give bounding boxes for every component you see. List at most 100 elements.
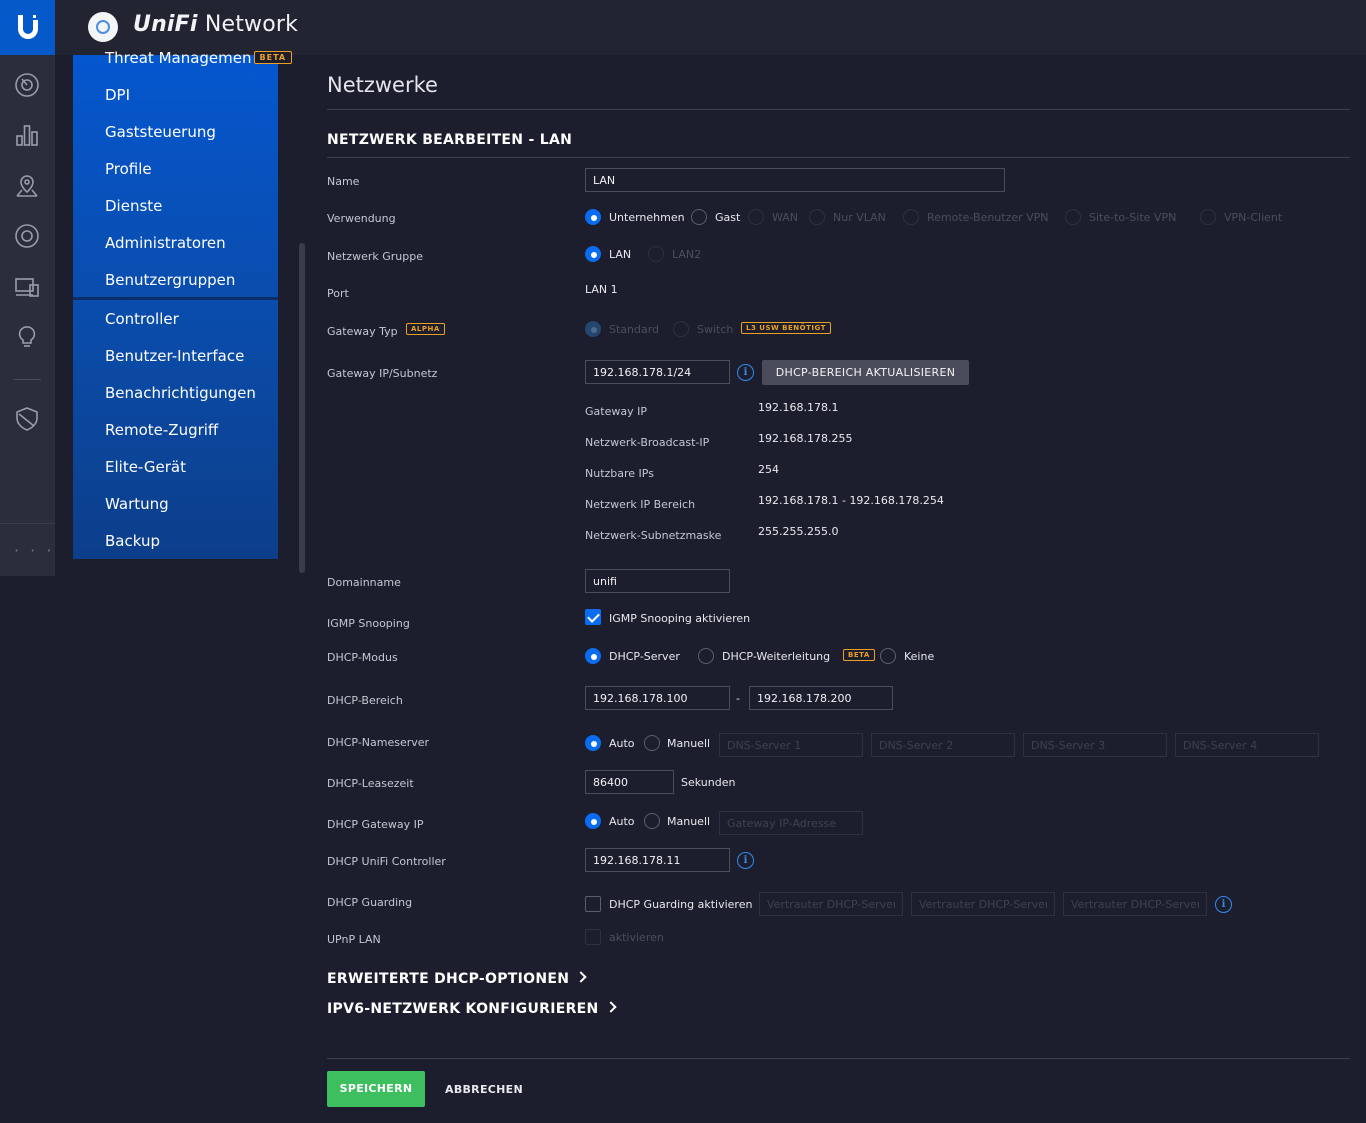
app-logo-icon — [88, 12, 118, 42]
verwendung-radio-gast[interactable] — [691, 209, 707, 225]
rail-divider-bottom — [0, 523, 55, 524]
dns-server-4-input[interactable] — [1175, 733, 1319, 757]
verwendung-option-site-vpn: Site-to-Site VPN — [1089, 211, 1177, 224]
upnp-label: UPnP LAN — [327, 933, 381, 946]
footer-divider — [327, 1058, 1350, 1059]
dhcp-guarding-label: DHCP Guarding — [327, 896, 413, 909]
dhcp-modus-label: DHCP-Modus — [327, 651, 398, 664]
gateway-ip-input[interactable] — [585, 360, 730, 384]
page-title: Netzwerke — [327, 73, 438, 97]
dhcp-modus-option-relay: DHCP-Weiterleitung — [722, 650, 831, 663]
sidebar-item-dpi[interactable]: DPI — [105, 86, 130, 104]
dhcp-modus-radio-none[interactable] — [880, 648, 896, 664]
sidebar-item-dienste[interactable]: Dienste — [105, 197, 162, 215]
sidebar-item-profile[interactable]: Profile — [105, 160, 152, 178]
dhcp-modus-option-server: DHCP-Server — [609, 650, 680, 663]
dhcp-gateway-ip-input[interactable] — [719, 811, 863, 835]
sidebar-item-wartung[interactable]: Wartung — [105, 495, 169, 513]
sidebar-item-administratoren[interactable]: Administratoren — [105, 234, 226, 252]
dns-server-3-input[interactable] — [1023, 733, 1167, 757]
sidebar-scrollbar[interactable] — [299, 243, 305, 573]
verwendung-radio-unternehmen[interactable] — [585, 209, 601, 225]
verwendung-radio-vpn-client[interactable] — [1200, 209, 1216, 225]
app-title: UniFi Network — [133, 12, 299, 37]
netzwerk-gruppe-option-lan2: LAN2 — [672, 248, 702, 261]
netzwerk-gruppe-radio-lan[interactable] — [585, 246, 601, 262]
sidebar-item-backup[interactable]: Backup — [105, 532, 160, 550]
trusted-dhcp-server-3-input[interactable] — [1063, 892, 1207, 916]
statistics-icon[interactable] — [13, 121, 41, 149]
dhcp-controller-label: DHCP UniFi Controller — [327, 855, 446, 868]
dhcp-modus-radio-relay[interactable] — [698, 648, 714, 664]
upnp-checkbox[interactable] — [585, 929, 601, 945]
gateway-ip-label: Gateway IP/Subnetz — [327, 367, 438, 380]
gateway-typ-radio-switch[interactable] — [673, 321, 689, 337]
dns-server-2-input[interactable] — [871, 733, 1015, 757]
verwendung-label: Verwendung — [327, 212, 396, 225]
sidebar-item-benutzer-interface[interactable]: Benutzer-Interface — [105, 347, 244, 365]
trusted-dhcp-server-2-input[interactable] — [911, 892, 1055, 916]
trusted-dhcp-server-1-input[interactable] — [759, 892, 903, 916]
name-input[interactable] — [585, 168, 1005, 192]
dhcp-controller-input[interactable] — [585, 848, 730, 872]
igmp-checkbox[interactable] — [585, 609, 601, 625]
verwendung-radio-remote-vpn[interactable] — [903, 209, 919, 225]
sidebar-item-remote-zugriff[interactable]: Remote-Zugriff — [105, 421, 218, 439]
dhcp-gateway-label: DHCP Gateway IP — [327, 818, 424, 831]
ipv6-config-link[interactable]: IPV6-NETZWERK KONFIGURIEREN — [327, 1001, 617, 1017]
port-value: LAN 1 — [585, 283, 618, 296]
dhcp-lease-input[interactable] — [585, 770, 674, 794]
dashboard-icon[interactable] — [13, 71, 41, 99]
upnp-checkbox-label: aktivieren — [609, 931, 664, 944]
gateway-ip-info-icon[interactable]: i — [737, 364, 754, 381]
dhcp-gateway-radio-manual[interactable] — [644, 813, 660, 829]
shield-icon[interactable] — [13, 405, 41, 433]
verwendung-radio-nur-vlan[interactable] — [809, 209, 825, 225]
dhcp-lease-unit: Sekunden — [681, 776, 736, 789]
settings-sidebar: Threat Managemen BETA DPI Gaststeuerung P… — [73, 49, 293, 559]
detail-ip-range-value: 192.168.178.1 - 192.168.178.254 — [758, 494, 944, 507]
verwendung-option-nur-vlan: Nur VLAN — [833, 211, 886, 224]
verwendung-option-remote-vpn: Remote-Benutzer VPN — [927, 211, 1049, 224]
unifi-logo-icon[interactable] — [0, 0, 55, 55]
verwendung-radio-wan[interactable] — [748, 209, 764, 225]
gateway-typ-radio-standard[interactable] — [585, 321, 601, 337]
domainname-input[interactable] — [585, 569, 730, 593]
verwendung-option-unternehmen: Unternehmen — [609, 211, 685, 224]
dhcp-nameserver-radio-manual[interactable] — [644, 735, 660, 751]
dhcp-guarding-info-icon[interactable]: i — [1215, 896, 1232, 913]
insights-icon[interactable] — [13, 323, 41, 351]
dhcp-gateway-option-manual: Manuell — [667, 815, 711, 828]
chevron-right-icon — [604, 1001, 617, 1013]
more-icon[interactable]: · · · — [14, 541, 54, 560]
sidebar-item-elite-geraet[interactable]: Elite-Gerät — [105, 458, 186, 476]
sidebar-item-benachrichtigungen[interactable]: Benachrichtigungen — [105, 384, 256, 402]
cancel-button[interactable]: ABBRECHEN — [445, 1083, 523, 1096]
sidebar-item-threat-management[interactable]: Threat Managemen BETA — [105, 49, 293, 67]
nav-rail: · · · — [0, 55, 55, 576]
save-button[interactable]: SPEICHERN — [327, 1071, 425, 1107]
verwendung-radio-site-vpn[interactable] — [1065, 209, 1081, 225]
dhcp-options-link[interactable]: ERWEITERTE DHCP-OPTIONEN — [327, 971, 587, 987]
sidebar-item-benutzergruppen[interactable]: Benutzergruppen — [105, 271, 235, 289]
detail-subnet-mask-key: Netzwerk-Subnetzmaske — [585, 529, 722, 542]
devices-icon[interactable] — [13, 222, 41, 250]
clients-icon[interactable] — [13, 273, 41, 301]
dns-server-1-input[interactable] — [719, 733, 863, 757]
dhcp-guarding-checkbox[interactable] — [585, 896, 601, 912]
sidebar-item-controller[interactable]: Controller — [105, 310, 179, 328]
map-icon[interactable] — [13, 172, 41, 200]
dhcp-nameserver-radio-auto[interactable] — [585, 735, 601, 751]
dhcp-nameserver-label: DHCP-Nameserver — [327, 736, 430, 749]
dhcp-gateway-radio-auto[interactable] — [585, 813, 601, 829]
dhcp-range-update-button[interactable]: DHCP-BEREICH AKTUALISIEREN — [762, 360, 969, 385]
dhcp-range-start-input[interactable] — [585, 686, 730, 710]
netzwerk-gruppe-radio-lan2[interactable] — [648, 246, 664, 262]
section-title: NETZWERK BEARBEITEN - LAN — [327, 132, 573, 148]
sidebar-item-gaststeuerung[interactable]: Gaststeuerung — [105, 123, 216, 141]
detail-ip-range-key: Netzwerk IP Bereich — [585, 498, 696, 511]
dhcp-range-end-input[interactable] — [749, 686, 893, 710]
detail-gateway-ip-key: Gateway IP — [585, 405, 647, 418]
dhcp-modus-radio-server[interactable] — [585, 648, 601, 664]
dhcp-controller-info-icon[interactable]: i — [737, 852, 754, 869]
